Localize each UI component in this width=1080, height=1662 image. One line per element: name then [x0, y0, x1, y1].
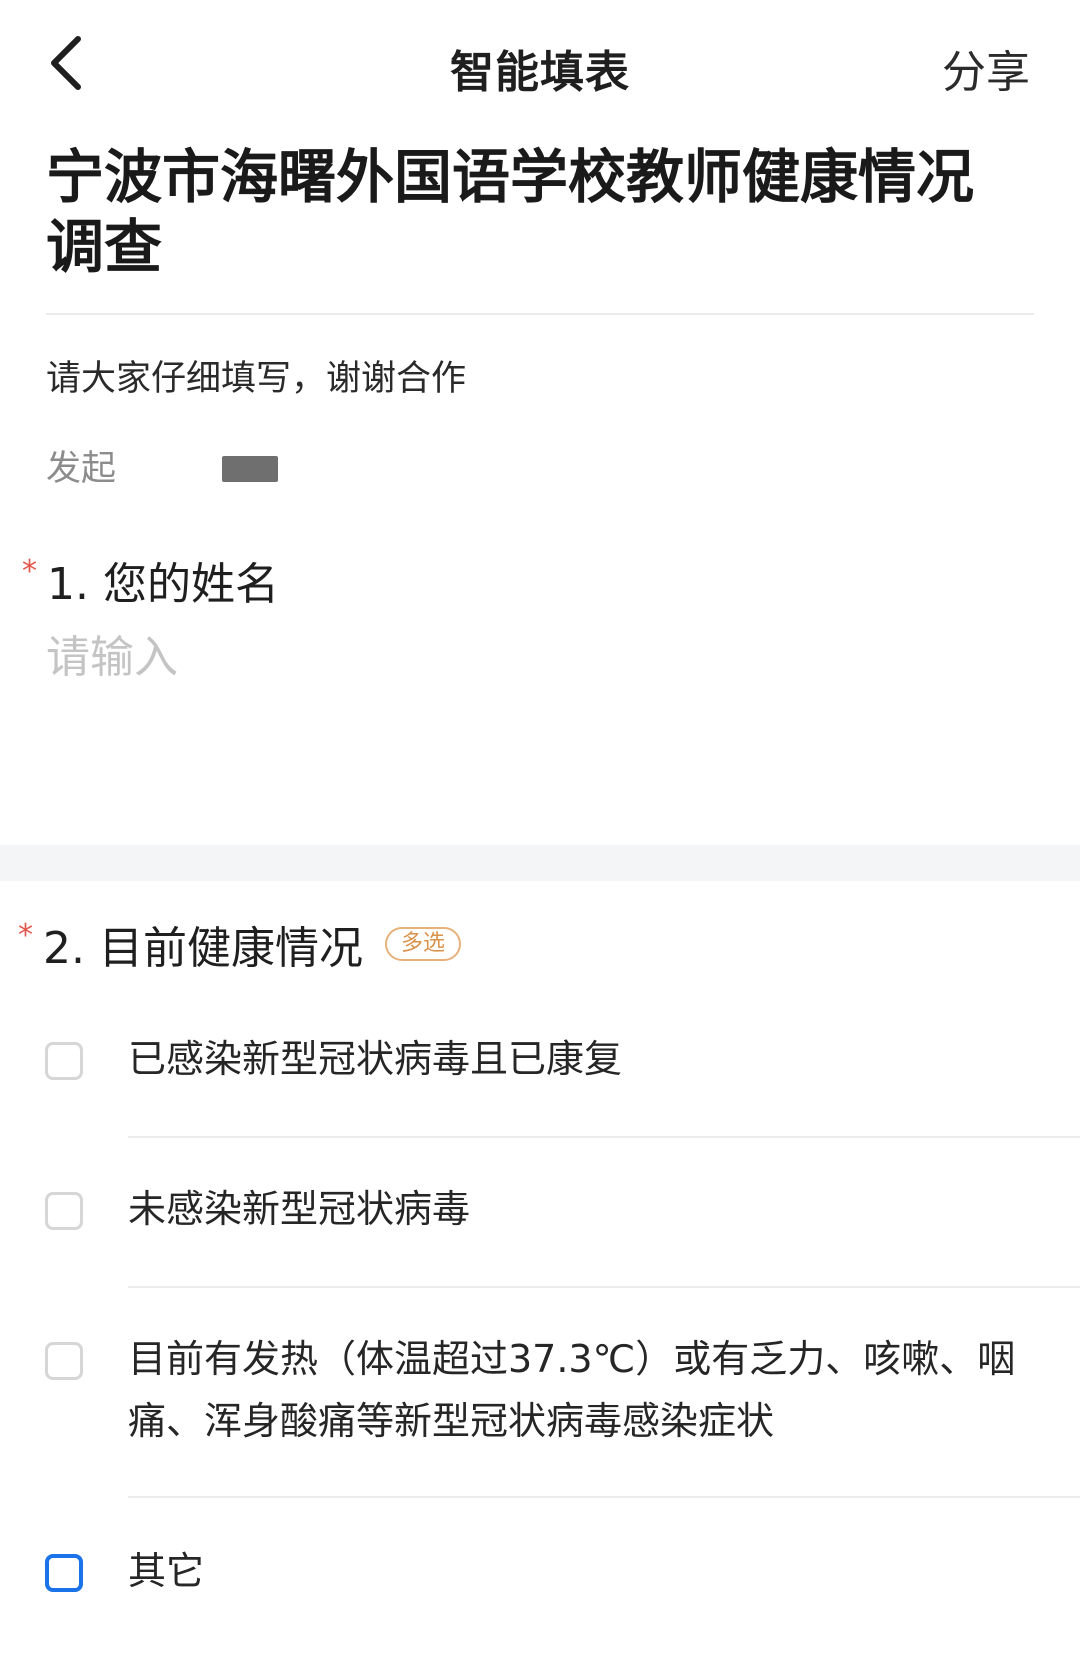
option-symptoms[interactable]: 目前有发热（体温超过37.3℃）或有乏力、咳嗽、咽痛、浑身酸痛等新型冠状病毒感染… [0, 1328, 1080, 1478]
multi-select-badge: 多选 [384, 927, 461, 961]
divider [128, 1496, 1080, 1498]
checkbox[interactable] [45, 1042, 83, 1080]
option-label: 已感染新型冠状病毒且已康复 [128, 1037, 623, 1081]
required-mark: * [22, 554, 37, 589]
required-mark: * [18, 918, 33, 953]
share-button[interactable]: 分享 [942, 36, 1030, 100]
option-recovered[interactable]: 已感染新型冠状病毒且已康复 [0, 1028, 1080, 1128]
initiator-label: 发起 [46, 449, 117, 489]
question-2-label: * 2. 目前健康情况 多选 [18, 912, 461, 976]
redacted-initiator-name [222, 456, 278, 482]
survey-title: 宁波市海曙外国语学校教师健康情况调查 [46, 143, 975, 281]
divider [46, 313, 1034, 315]
divider [128, 1136, 1080, 1138]
option-not-infected[interactable]: 未感染新型冠状病毒 [0, 1178, 1080, 1278]
page-title: 智能填表 [450, 47, 630, 98]
divider [128, 1286, 1080, 1288]
option-label: 其它 [128, 1549, 205, 1593]
checkbox[interactable] [45, 1342, 83, 1380]
option-label: 未感染新型冠状病毒 [128, 1187, 471, 1231]
option-label: 目前有发热（体温超过37.3℃）或有乏力、咳嗽、咽痛、浑身酸痛等新型冠状病毒感染… [128, 1337, 1016, 1443]
checkbox[interactable] [45, 1192, 83, 1230]
section-separator [0, 845, 1080, 881]
top-navigation-bar: 智能填表 分享 [0, 0, 1080, 130]
option-other[interactable]: 其它 [0, 1540, 1080, 1630]
name-input[interactable] [46, 622, 1006, 692]
question-1-label: * 1. 您的姓名 [22, 548, 279, 612]
survey-description: 请大家仔细填写，谢谢合作 [46, 359, 467, 399]
question-2-text: 2. 目前健康情况 [43, 923, 363, 974]
checkbox[interactable] [45, 1554, 83, 1592]
question-1-text: 1. 您的姓名 [47, 559, 279, 610]
